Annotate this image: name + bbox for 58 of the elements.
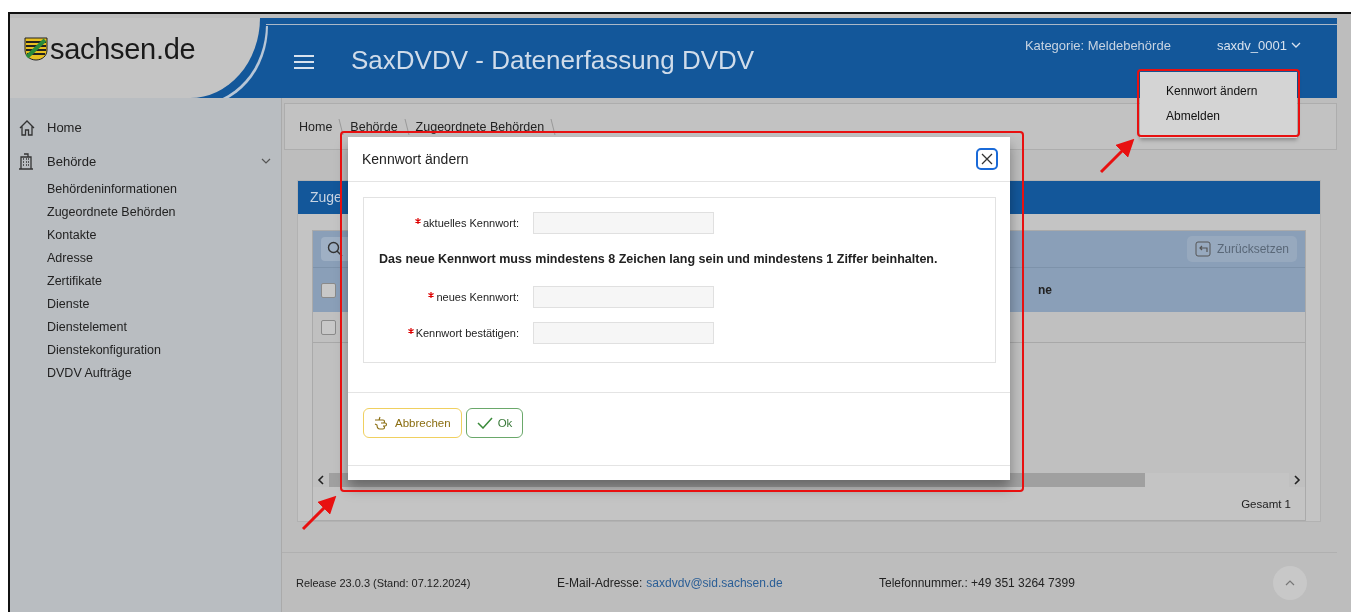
menu-item[interactable]: Abmelden — [1140, 105, 1297, 130]
building-icon — [18, 152, 35, 170]
input-field[interactable] — [533, 212, 714, 234]
checkbox[interactable] — [321, 319, 336, 335]
coat-of-arms-icon — [24, 37, 48, 61]
cancel-button[interactable]: Abbrechen — [363, 408, 462, 438]
app-title: SaxDVDV - Datenerfassung DVDV — [351, 44, 756, 76]
home-icon — [18, 118, 35, 136]
release-info: Release 23.0.3 (Stand: 07.12.2024) — [296, 576, 472, 589]
sidebar-subitem[interactable]: Behördeninformationen — [10, 178, 281, 201]
sidebar-subitem[interactable]: Adresse — [10, 247, 281, 270]
input-field[interactable] — [533, 286, 714, 308]
column-header: ne — [1038, 283, 1052, 297]
sidebar-subitem[interactable]: Dienste — [10, 293, 281, 316]
chevron-down-icon — [1291, 42, 1301, 48]
password-rule-text: Das neue Kennwort muss mindestens 8 Zeichen lang sein und mindestens 1 Ziffer beinhalten. — [378, 252, 939, 266]
total-count: Gesamt 1 — [1241, 497, 1291, 510]
logo-text[interactable]: sachsen.de — [50, 32, 196, 66]
sidebar-item-label: Home — [47, 119, 83, 135]
separator-icon — [403, 117, 410, 136]
check-icon — [476, 417, 493, 429]
reset-icon — [1194, 241, 1211, 257]
breadcrumb-link[interactable]: Behörde — [350, 119, 398, 134]
chevron-down-icon — [261, 156, 271, 166]
chevron-up-icon — [1285, 579, 1295, 586]
pointing-hand-icon — [374, 416, 390, 430]
sidebar-subitem[interactable]: Dienstekonfiguration — [10, 339, 281, 362]
close-icon — [981, 153, 993, 165]
sidebar-item[interactable]: Home — [10, 110, 281, 144]
breadcrumb-link[interactable]: Home — [299, 119, 333, 134]
sidebar-subitem[interactable]: Zugeordnete Behörden — [10, 201, 281, 224]
sidebar-item-label: Behörde — [47, 153, 98, 169]
checkbox[interactable] — [321, 282, 336, 298]
close-button[interactable] — [976, 148, 998, 170]
category-label: Kategorie: Meldebehörde — [1024, 37, 1171, 53]
phone-number: Telefonnummer.: +49 351 3264 7399 — [879, 575, 1076, 590]
sidebar-subitem[interactable]: Dienstelement — [10, 316, 281, 339]
input-field[interactable] — [533, 322, 714, 344]
field-label: aktuelles Kennwort: — [423, 217, 519, 229]
ok-button[interactable]: Ok — [465, 408, 524, 438]
field-label: neues Kennwort: — [436, 291, 519, 303]
scroll-right-icon[interactable] — [1293, 475, 1301, 485]
sidebar-subitem[interactable]: DVDV Aufträge — [10, 362, 281, 385]
email-label: E-Mail-Adresse: — [557, 575, 643, 590]
menu-item[interactable]: Kennwort ändern — [1140, 80, 1297, 105]
breadcrumb-link[interactable]: Zugeordnete Behörden — [415, 119, 545, 134]
scroll-left-icon[interactable] — [317, 475, 325, 485]
sidebar-subitem[interactable]: Zertifikate — [10, 270, 281, 293]
user-menu-button[interactable]: saxdv_0001 — [1216, 37, 1301, 53]
separator-icon — [338, 117, 345, 136]
dialog-title: Kennwort ändern — [362, 151, 469, 167]
search-icon — [327, 241, 343, 257]
email-link[interactable]: saxdvdv@sid.sachsen.de — [646, 575, 783, 590]
sidebar-item[interactable]: Behörde — [10, 144, 281, 178]
separator-icon — [550, 117, 557, 136]
sidebar-subitem[interactable]: Kontakte — [10, 224, 281, 247]
menu-icon[interactable] — [293, 54, 315, 70]
field-label: Kennwort bestätigen: — [415, 327, 519, 339]
